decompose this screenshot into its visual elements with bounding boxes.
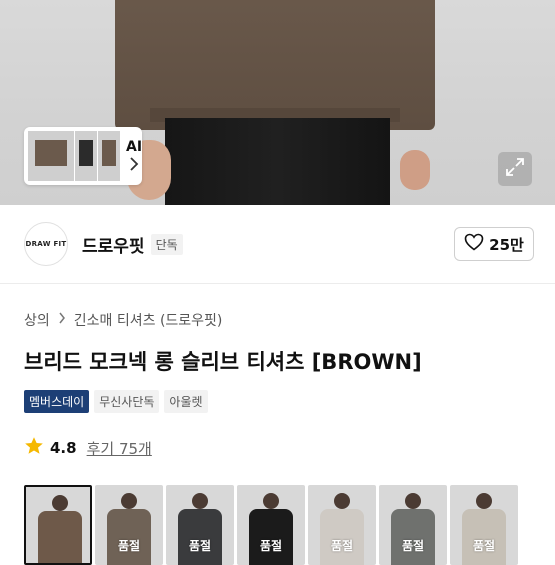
color-swatch[interactable]: 품절 xyxy=(379,485,447,565)
model-head xyxy=(52,495,68,511)
brand-row: DRAW FIT 드로우핏 단독 25만 xyxy=(24,220,534,268)
breadcrumb-subcategory[interactable]: 긴소매 티셔츠 (드로우핏) xyxy=(74,310,223,330)
model-head xyxy=(405,493,421,509)
breadcrumb: 상의 긴소매 티셔츠 (드로우핏) xyxy=(24,310,222,330)
thumbnail-strip xyxy=(28,131,120,181)
model-head xyxy=(476,493,492,509)
soldout-label: 품절 xyxy=(259,539,283,553)
color-swatch[interactable] xyxy=(24,485,92,565)
model-head xyxy=(334,493,350,509)
soldout-label: 품절 xyxy=(117,539,141,553)
musinsa-exclusive-badge: 무신사단독 xyxy=(94,390,160,413)
product-hero-image[interactable]: AI xyxy=(0,0,555,205)
divider xyxy=(0,283,555,284)
thumbnail-image xyxy=(98,131,120,181)
color-swatch[interactable]: 품절 xyxy=(95,485,163,565)
swatch-shirt xyxy=(38,511,82,563)
brand-name[interactable]: 드로우핏 xyxy=(82,232,145,257)
model-pants xyxy=(165,118,390,205)
exclusive-tag: 단독 xyxy=(150,233,183,255)
badge-list: 멤버스데이 무신사단독 아울렛 xyxy=(24,390,208,413)
rating-value: 4.8 xyxy=(50,439,77,457)
color-swatch[interactable]: 품절 xyxy=(237,485,305,565)
like-count: 25만 xyxy=(489,235,524,254)
color-swatch[interactable]: 품절 xyxy=(166,485,234,565)
heart-icon xyxy=(464,233,484,255)
review-link[interactable]: 후기 75개 xyxy=(87,438,152,459)
outlet-badge: 아울렛 xyxy=(164,390,208,413)
soldout-label: 품절 xyxy=(188,539,212,553)
product-title: 브리드 모크넥 롱 슬리브 티셔츠 [BROWN] xyxy=(24,350,422,374)
expand-icon xyxy=(504,156,526,182)
expand-button[interactable] xyxy=(498,152,532,186)
ai-label: AI xyxy=(126,138,143,155)
soldout-label: 품절 xyxy=(330,539,354,553)
model-head xyxy=(192,493,208,509)
like-button[interactable]: 25만 xyxy=(454,227,534,261)
breadcrumb-category[interactable]: 상의 xyxy=(24,310,50,330)
color-swatch-list: 품절 품절 품절 품절 품절 품절 xyxy=(24,485,518,565)
chevron-right-icon xyxy=(129,156,139,174)
model-head xyxy=(263,493,279,509)
color-swatch[interactable]: 품절 xyxy=(450,485,518,565)
brand-logo[interactable]: DRAW FIT xyxy=(24,222,68,266)
star-icon xyxy=(24,436,44,460)
thumbnail-image xyxy=(75,131,97,181)
soldout-label: 품절 xyxy=(472,539,496,553)
model-hand-right xyxy=(400,150,430,190)
model-head xyxy=(121,493,137,509)
soldout-label: 품절 xyxy=(401,539,425,553)
members-day-badge: 멤버스데이 xyxy=(24,390,90,413)
chevron-right-icon xyxy=(58,312,66,328)
thumbnail-side: AI xyxy=(126,139,142,174)
color-swatch[interactable]: 품절 xyxy=(308,485,376,565)
thumbnail-image xyxy=(28,131,74,181)
ai-thumbnail-card[interactable]: AI xyxy=(24,127,142,185)
rating-row: 4.8 후기 75개 xyxy=(24,436,152,460)
